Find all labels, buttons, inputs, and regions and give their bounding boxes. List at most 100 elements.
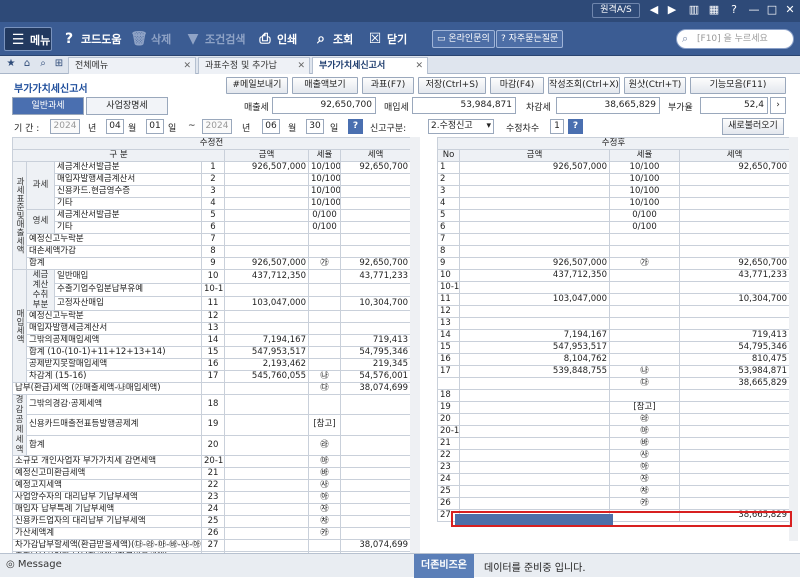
close-button[interactable]: ☒ 닫기	[366, 27, 408, 51]
tax-cell[interactable]	[339, 434, 410, 457]
next-arrow-icon[interactable]: ›	[770, 97, 786, 114]
amount-cell[interactable]	[224, 310, 309, 323]
tax-cell[interactable]	[678, 209, 789, 222]
tax-cell[interactable]	[678, 461, 789, 474]
amount-cell[interactable]: 437,712,350	[459, 269, 610, 282]
reload-button[interactable]: 새로불러오기	[722, 118, 784, 135]
amount-cell[interactable]	[224, 491, 309, 504]
tab-vat-report[interactable]: 부가가치세신고서 ✕	[312, 57, 428, 74]
amount-cell[interactable]	[224, 245, 309, 258]
amount-cell[interactable]	[459, 197, 610, 210]
tax-cell[interactable]	[678, 449, 789, 462]
amount-cell[interactable]	[224, 282, 309, 298]
amount-cell[interactable]	[459, 209, 610, 222]
send-mail-button[interactable]: #메일보내기	[226, 77, 288, 94]
tax-cell[interactable]: 10,304,700	[339, 296, 410, 311]
help-icon[interactable]: ?	[568, 119, 583, 134]
amount-cell[interactable]	[224, 414, 309, 436]
to-month-input[interactable]: 06	[262, 119, 280, 134]
tax-cell[interactable]: 92,650,700	[678, 257, 789, 270]
amount-cell[interactable]: 7,194,167	[459, 329, 610, 342]
tax-cell[interactable]	[339, 467, 410, 480]
created-inquiry-button[interactable]: 작성조회(Ctrl+X)	[548, 77, 620, 94]
tab-tax-revision[interactable]: 과표수정 및 추가납 ✕	[198, 57, 310, 74]
amount-cell[interactable]	[459, 173, 610, 186]
remote-support-button[interactable]: 원격A/S	[592, 3, 640, 18]
tax-cell[interactable]	[339, 503, 410, 516]
amount-cell[interactable]: 547,953,517	[224, 346, 309, 359]
tax-cell[interactable]: 38,074,699	[339, 382, 410, 395]
amount-cell[interactable]	[224, 221, 309, 234]
tax-cell[interactable]	[678, 437, 789, 450]
search-icon[interactable]: ⌕	[36, 58, 50, 69]
tax-cell[interactable]	[339, 479, 410, 492]
from-month-input[interactable]: 04	[106, 119, 124, 134]
oneshot-button[interactable]: 원샷(Ctrl+T)	[624, 77, 686, 94]
amount-cell[interactable]	[224, 209, 309, 222]
right-scrollbar[interactable]	[789, 137, 798, 541]
tab-branch-detail[interactable]: 사업장명세	[86, 97, 168, 115]
tax-cell[interactable]: 719,413	[678, 329, 789, 342]
tax-cell[interactable]	[678, 425, 789, 438]
amount-cell[interactable]	[224, 185, 309, 198]
amount-cell[interactable]	[459, 413, 610, 426]
tab-general-taxation[interactable]: 일반과세	[12, 97, 84, 115]
amount-cell[interactable]	[224, 527, 309, 540]
tax-cell[interactable]	[339, 209, 410, 222]
tax-cell[interactable]	[678, 401, 789, 414]
tax-cell[interactable]: 53,984,871	[678, 365, 789, 378]
amount-cell[interactable]: 926,507,000	[459, 257, 610, 270]
tax-cell[interactable]	[678, 197, 789, 210]
help-icon[interactable]: ?	[726, 3, 742, 17]
tax-cell[interactable]: 43,771,233	[339, 269, 410, 284]
to-year-input[interactable]: 2024	[202, 119, 232, 134]
tax-cell[interactable]: 54,795,346	[339, 346, 410, 359]
tax-cell[interactable]	[678, 173, 789, 186]
from-year-input[interactable]: 2024	[50, 119, 80, 134]
amount-cell[interactable]: 539,848,755	[459, 365, 610, 378]
tax-cell[interactable]	[339, 233, 410, 246]
faq-button[interactable]: ? 자주묻는질문	[496, 30, 564, 48]
tax-cell[interactable]	[678, 497, 789, 510]
tax-cell[interactable]	[339, 515, 410, 528]
amount-cell[interactable]	[224, 393, 309, 416]
amount-cell[interactable]	[459, 485, 610, 498]
tax-cell[interactable]: 54,576,001	[339, 370, 410, 383]
menu-search-input[interactable]: ⌕ [F10] 을 누르세요	[676, 29, 794, 49]
tax-cell[interactable]	[678, 233, 789, 246]
amount-cell[interactable]	[224, 233, 309, 246]
to-day-input[interactable]: 30	[306, 119, 324, 134]
close-period-button[interactable]: 마감(F4)	[490, 77, 544, 94]
close-window-icon[interactable]: ✕	[782, 3, 798, 17]
amount-cell[interactable]: 926,507,000	[459, 161, 610, 174]
amount-cell[interactable]	[224, 197, 309, 210]
amount-cell[interactable]	[459, 461, 610, 474]
favorite-star-icon[interactable]: ★	[4, 58, 18, 69]
amount-cell[interactable]	[459, 185, 610, 198]
tab-close-icon[interactable]: ✕	[297, 58, 305, 74]
book-icon[interactable]: ▥	[686, 3, 702, 17]
tax-cell[interactable]	[678, 281, 789, 294]
tax-cell[interactable]	[339, 322, 410, 335]
tab-list-icon[interactable]: ⊞	[52, 58, 66, 69]
tax-cell[interactable]	[339, 197, 410, 210]
amount-cell[interactable]: 8,104,762	[459, 353, 610, 366]
condition-search-button[interactable]: ▼ 조건검색	[184, 27, 246, 51]
tax-base-button[interactable]: 과표(F7)	[362, 77, 414, 94]
tax-cell[interactable]	[339, 414, 410, 436]
tax-cell[interactable]	[678, 317, 789, 330]
tax-cell[interactable]	[339, 393, 410, 416]
message-label[interactable]: ◎ Message	[6, 559, 62, 570]
amount-cell[interactable]	[224, 173, 309, 186]
tax-cell[interactable]: 92,650,700	[339, 257, 410, 270]
amount-cell[interactable]	[224, 434, 309, 457]
tax-cell[interactable]: 38,074,699	[339, 539, 410, 552]
amount-cell[interactable]	[459, 389, 610, 402]
view-sales-button[interactable]: 매출액보기	[292, 77, 358, 94]
back-icon[interactable]: ◀	[646, 3, 662, 17]
amount-cell[interactable]	[224, 539, 309, 552]
tax-cell[interactable]	[678, 305, 789, 318]
tax-cell[interactable]: 43,771,233	[678, 269, 789, 282]
tax-cell[interactable]	[339, 527, 410, 540]
inquiry-button[interactable]: ⌕ 조회	[312, 27, 353, 51]
